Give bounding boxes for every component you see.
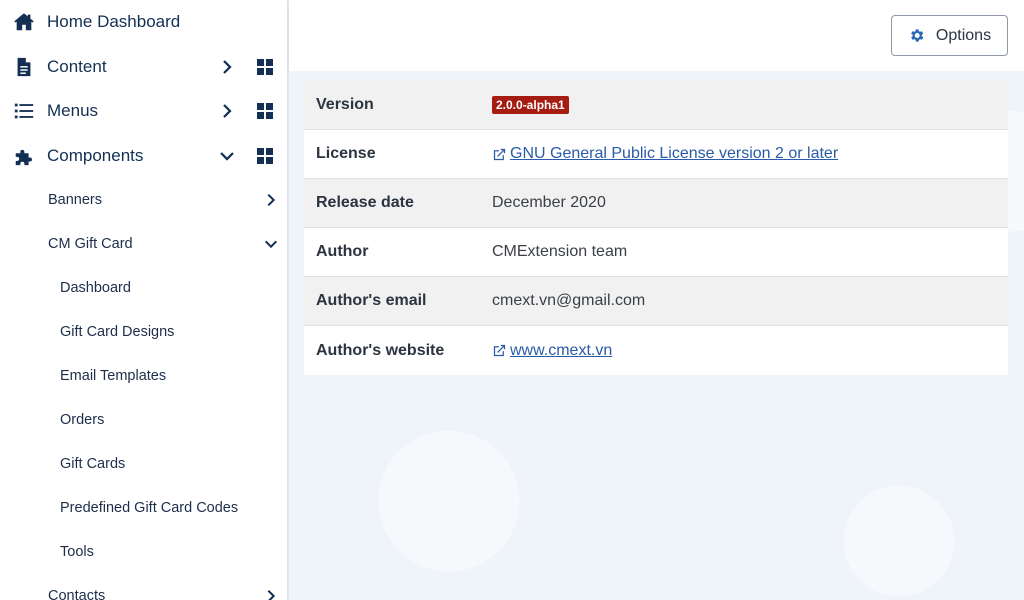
row-key: License xyxy=(316,145,376,162)
chevron-down-icon[interactable] xyxy=(218,147,236,165)
sidebar-item-cm-gift-card[interactable]: CM Gift Card xyxy=(0,222,287,266)
chevron-right-icon[interactable] xyxy=(263,588,279,600)
row-value: cmext.vn@gmail.com xyxy=(492,292,646,309)
main-content: Version 2.0.0-alpha1 License GNU General… xyxy=(289,71,1024,600)
license-link[interactable]: GNU General Public License version 2 or … xyxy=(492,145,838,163)
sidebar-item-label: Menus xyxy=(47,101,99,121)
website-link-text: www.cmext.vn xyxy=(510,341,613,359)
table-row: License GNU General Public License versi… xyxy=(304,130,1008,179)
table-row: Release date December 2020 xyxy=(304,179,1008,228)
sidebar-item-label: Email Templates xyxy=(60,368,167,384)
sidebar-item-label: Predefined Gift Card Codes xyxy=(60,500,239,516)
table-row: Author CMExtension team xyxy=(304,228,1008,277)
gear-icon xyxy=(911,29,924,42)
license-link-text: GNU General Public License version 2 or … xyxy=(510,145,839,162)
external-link-icon xyxy=(493,344,506,357)
table-row: Author's website www.cmext.vn xyxy=(304,326,1008,375)
table-row: Author's email cmext.vn@gmail.com xyxy=(304,277,1008,326)
external-link-icon xyxy=(493,148,506,160)
sidebar-item-label: Gift Cards xyxy=(60,456,126,472)
sidebar-item-components[interactable]: Components xyxy=(0,134,287,179)
table-row: Version 2.0.0-alpha1 xyxy=(304,81,1008,130)
row-key: Release date xyxy=(316,194,414,211)
sidebar: Home Dashboard Content Menus Components … xyxy=(0,0,288,600)
chevron-down-icon[interactable] xyxy=(263,236,279,252)
version-badge: 2.0.0-alpha1 xyxy=(492,96,569,114)
sidebar-item-label: Tools xyxy=(60,544,94,560)
list-icon xyxy=(12,99,36,123)
options-button-label: Options xyxy=(935,26,992,44)
puzzle-icon xyxy=(12,144,36,168)
website-link[interactable]: www.cmext.vn xyxy=(492,342,612,360)
row-key: Author's email xyxy=(316,292,427,309)
sidebar-item-home-dashboard[interactable]: Home Dashboard xyxy=(0,0,287,45)
row-value: December 2020 xyxy=(492,194,606,211)
sidebar-item-label: CM Gift Card xyxy=(48,236,133,252)
dashboard-grid-icon[interactable] xyxy=(257,103,273,120)
sidebar-item-label: Orders xyxy=(60,412,105,428)
sidebar-item-menus[interactable]: Menus xyxy=(0,89,287,134)
sidebar-item-predefined-codes[interactable]: Predefined Gift Card Codes xyxy=(0,486,287,530)
sidebar-item-contacts[interactable]: Contacts xyxy=(0,574,287,600)
chevron-right-icon[interactable] xyxy=(263,192,279,208)
sidebar-item-email-templates[interactable]: Email Templates xyxy=(0,354,287,398)
sidebar-item-orders[interactable]: Orders xyxy=(0,398,287,442)
sidebar-item-label: Dashboard xyxy=(60,280,131,296)
sidebar-item-label: Home Dashboard xyxy=(47,12,181,32)
dashboard-grid-icon[interactable] xyxy=(257,147,273,164)
sidebar-item-label: Banners xyxy=(48,192,103,208)
sidebar-item-gift-card-designs[interactable]: Gift Card Designs xyxy=(0,310,287,354)
sidebar-item-label: Gift Card Designs xyxy=(60,324,175,340)
chevron-right-icon[interactable] xyxy=(218,102,236,120)
toolbar: Options xyxy=(289,0,1024,71)
sidebar-item-label: Components xyxy=(47,145,144,165)
sidebar-item-label: Content xyxy=(47,56,107,76)
home-icon xyxy=(12,10,36,34)
chevron-right-icon[interactable] xyxy=(218,58,236,76)
row-key: Author's website xyxy=(316,341,445,359)
sidebar-item-gift-cards[interactable]: Gift Cards xyxy=(0,442,287,486)
component-info-table: Version 2.0.0-alpha1 License GNU General… xyxy=(304,81,1008,375)
row-key: Version xyxy=(316,96,374,113)
sidebar-item-label: Contacts xyxy=(48,588,106,600)
file-icon xyxy=(12,55,36,79)
dashboard-grid-icon[interactable] xyxy=(257,58,273,75)
sidebar-item-tools[interactable]: Tools xyxy=(0,530,287,574)
row-key: Author xyxy=(316,243,369,260)
sidebar-item-banners[interactable]: Banners xyxy=(0,178,287,222)
row-value: CMExtension team xyxy=(492,243,628,260)
sidebar-item-content[interactable]: Content xyxy=(0,45,287,90)
options-button[interactable]: Options xyxy=(891,15,1008,56)
sidebar-item-gift-card-dashboard[interactable]: Dashboard xyxy=(0,266,287,310)
